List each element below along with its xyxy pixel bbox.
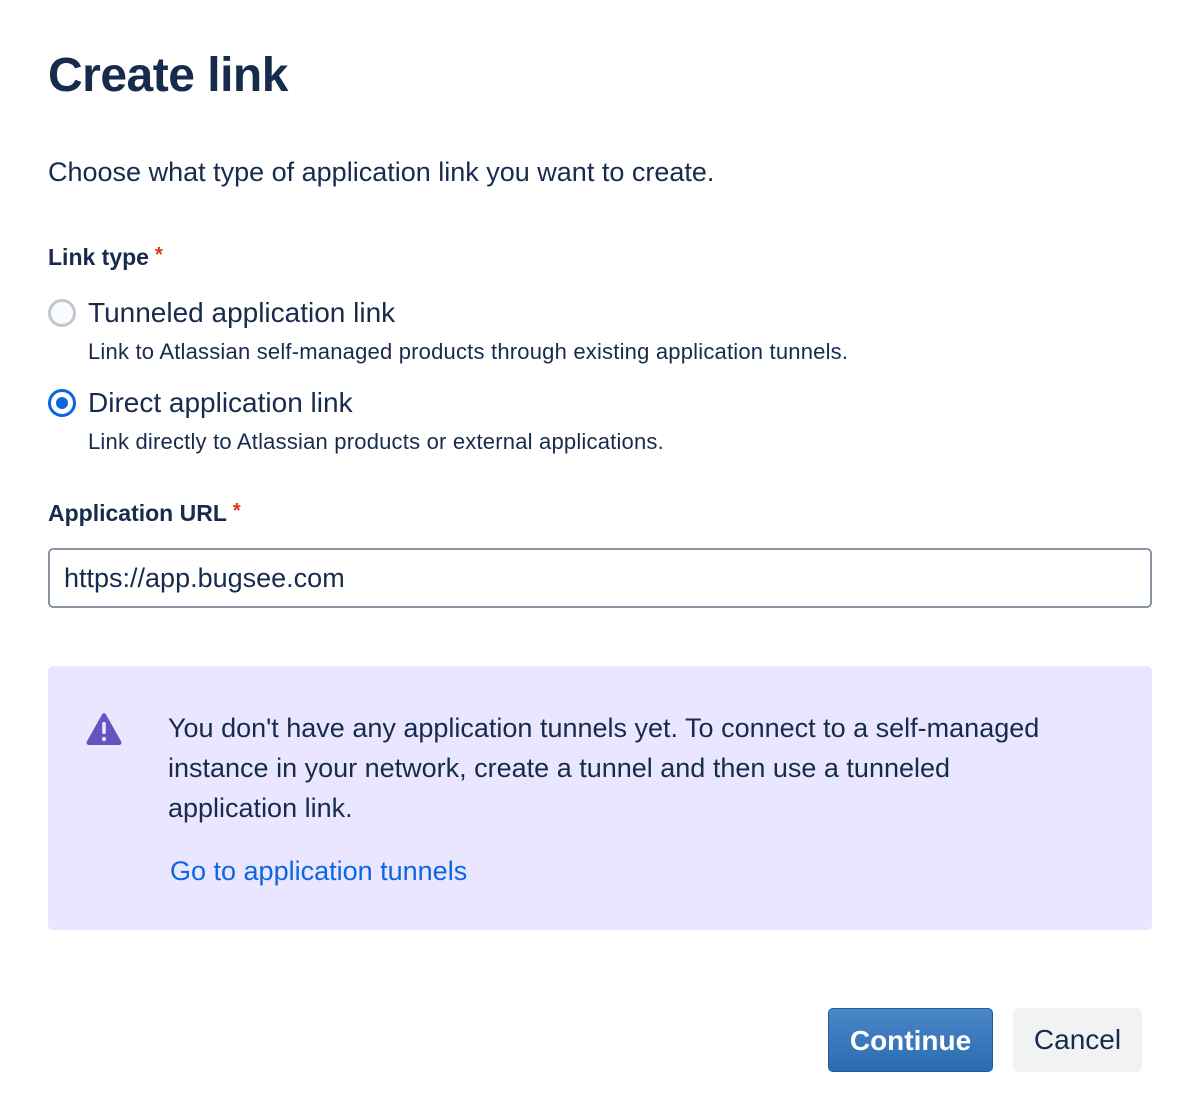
- continue-button[interactable]: Continue: [828, 1008, 993, 1072]
- go-to-tunnels-link[interactable]: Go to application tunnels: [170, 854, 467, 888]
- required-marker: *: [154, 244, 163, 266]
- application-url-input[interactable]: [48, 548, 1152, 608]
- required-marker: *: [232, 500, 241, 522]
- link-type-label: Link type *: [48, 242, 163, 274]
- notice-message: You don't have any application tunnels y…: [168, 713, 1040, 823]
- radio-option-description: Link to Atlassian self-managed products …: [88, 339, 849, 364]
- radio-option-title[interactable]: Tunneled application link: [88, 296, 395, 330]
- application-url-label-text: Application URL: [48, 500, 227, 526]
- application-url-label: Application URL *: [48, 498, 241, 530]
- radio-option-description: Link directly to Atlassian products or e…: [88, 429, 664, 454]
- radio-option-title[interactable]: Direct application link: [88, 386, 353, 420]
- warning-icon: [86, 713, 122, 745]
- radio-button-direct[interactable]: [48, 389, 76, 417]
- cancel-button[interactable]: Cancel: [1013, 1008, 1142, 1072]
- dialog-intro: Choose what type of application link you…: [48, 157, 715, 187]
- dialog-title: Create link: [48, 49, 288, 102]
- no-tunnels-notice: You don't have any application tunnels y…: [48, 666, 1152, 930]
- link-type-label-text: Link type: [48, 244, 149, 270]
- radio-button-tunneled[interactable]: [48, 299, 76, 327]
- create-link-dialog: Create link Choose what type of applicat…: [0, 0, 1200, 1120]
